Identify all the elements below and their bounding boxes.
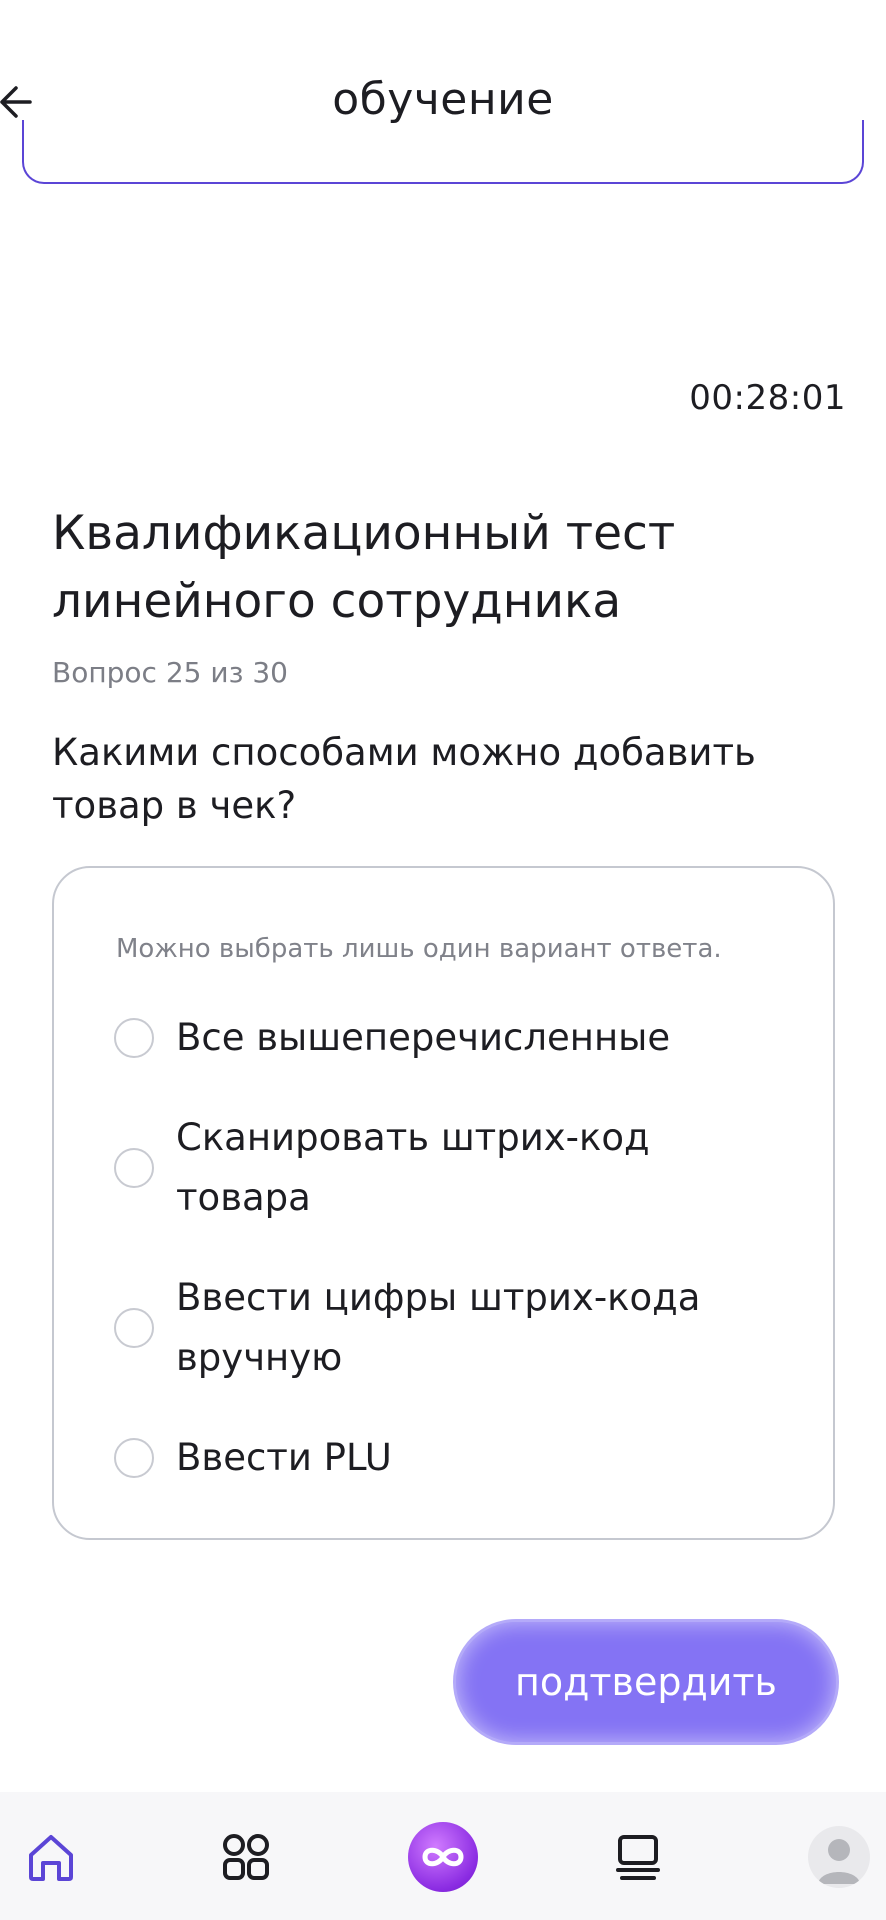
collapsed-card[interactable] (22, 120, 864, 184)
page-title: обучение (332, 74, 554, 125)
nav-courses[interactable] (603, 1822, 673, 1892)
question-text: Какими способами можно добавить товар в … (52, 731, 756, 827)
nav-catalog[interactable] (211, 1822, 281, 1892)
answers-card: Можно выбрать лишь один вариант ответа. … (52, 866, 835, 1540)
answer-option-1[interactable]: Все вышеперечисленные (114, 1008, 794, 1068)
profile-avatar (808, 1826, 870, 1888)
answer-option-2[interactable]: Сканировать штрих-код товара (114, 1108, 794, 1228)
radio-button[interactable] (114, 1018, 154, 1058)
answer-option-3[interactable]: Ввести цифры штрих-кода вручную (114, 1268, 794, 1388)
app-screen: обучение 00:28:01 Квалификационный тест … (0, 0, 886, 1920)
radio-button[interactable] (114, 1308, 154, 1348)
answer-option-label: Ввести цифры штрих-кода вручную (176, 1276, 701, 1379)
courses-icon (616, 1835, 660, 1880)
test-title-line-1: Квалификационный тест (52, 506, 676, 561)
nav-main[interactable] (408, 1822, 478, 1892)
confirm-button[interactable]: подтвердить (456, 1622, 836, 1742)
question-progress: Вопрос 25 из 30 (52, 656, 288, 689)
test-title-line-2: линейного сотрудника (52, 574, 622, 629)
home-icon (29, 1835, 73, 1881)
answer-option-label: Все вышеперечисленные (176, 1016, 671, 1059)
answer-option-label: Сканировать штрих-код товара (176, 1116, 650, 1219)
grid-icon (223, 1834, 269, 1880)
answer-hint: Можно выбрать лишь один вариант ответа. (116, 934, 722, 964)
app-logo-icon (408, 1822, 478, 1892)
nav-profile[interactable] (804, 1822, 874, 1892)
bottom-nav (0, 1792, 886, 1920)
answer-option-label: Ввести PLU (176, 1436, 392, 1479)
radio-button[interactable] (114, 1438, 154, 1478)
nav-home[interactable] (16, 1822, 86, 1892)
test-timer: 00:28:01 (689, 378, 846, 418)
radio-button[interactable] (114, 1148, 154, 1188)
answer-option-4[interactable]: Ввести PLU (114, 1428, 794, 1488)
test-title: Квалификационный тест линейного сотрудни… (52, 500, 812, 636)
